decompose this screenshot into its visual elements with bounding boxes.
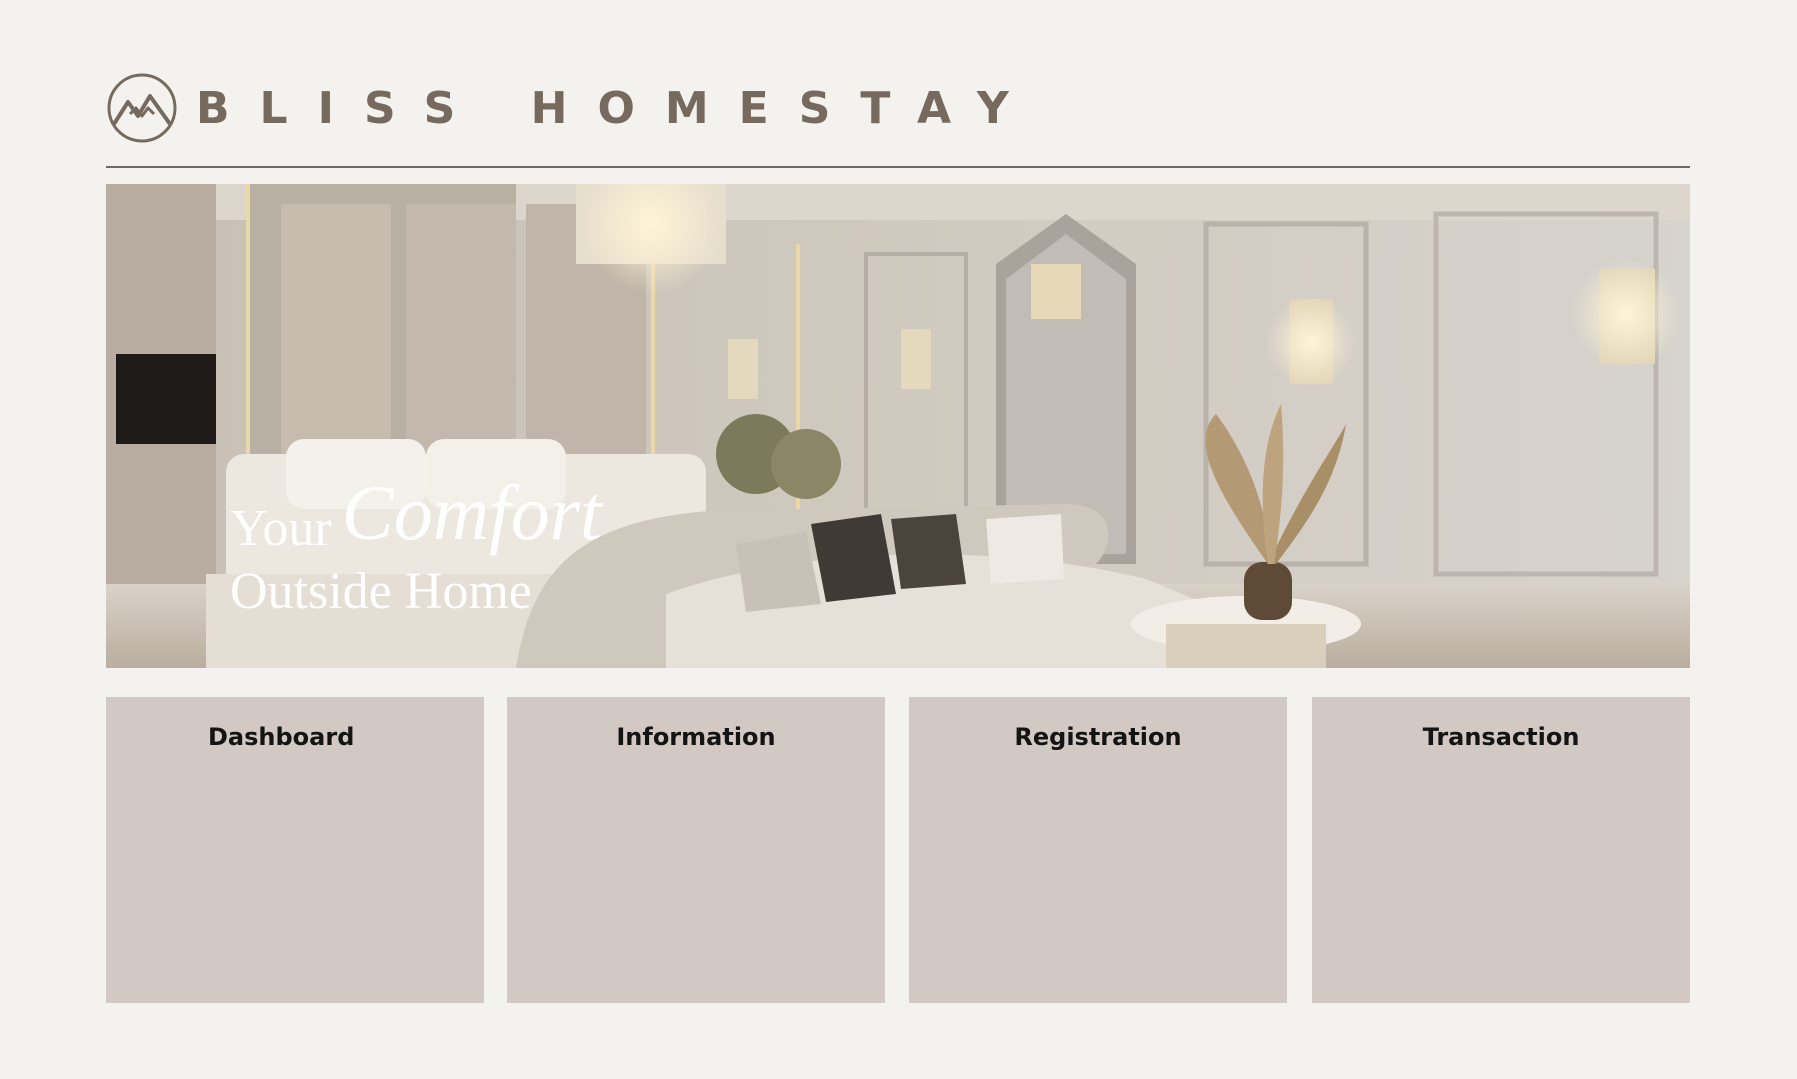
hero-tagline: Your Comfort Outside Home (230, 469, 602, 620)
dashboard-card[interactable]: Dashboard (106, 697, 484, 1003)
transaction-card-label: Transaction (1422, 723, 1580, 751)
header-divider (106, 166, 1690, 168)
tagline-comfort: Comfort (341, 469, 602, 556)
information-card-label: Information (616, 723, 776, 751)
transaction-card[interactable]: Transaction (1312, 697, 1690, 1003)
nav-cards: Dashboard Information Registration Trans… (106, 697, 1690, 1003)
tagline-your: Your (230, 500, 332, 557)
header: BLISS HOMESTAY (106, 72, 1039, 144)
mountain-circle-icon[interactable] (106, 72, 178, 144)
information-card[interactable]: Information (507, 697, 885, 1003)
hero-banner: Your Comfort Outside Home (106, 184, 1690, 668)
dashboard-card-label: Dashboard (208, 723, 355, 751)
tagline-outside-home: Outside Home (230, 563, 532, 620)
brand-name: BLISS HOMESTAY (196, 82, 1039, 134)
registration-card-label: Registration (1014, 723, 1182, 751)
registration-card[interactable]: Registration (909, 697, 1287, 1003)
